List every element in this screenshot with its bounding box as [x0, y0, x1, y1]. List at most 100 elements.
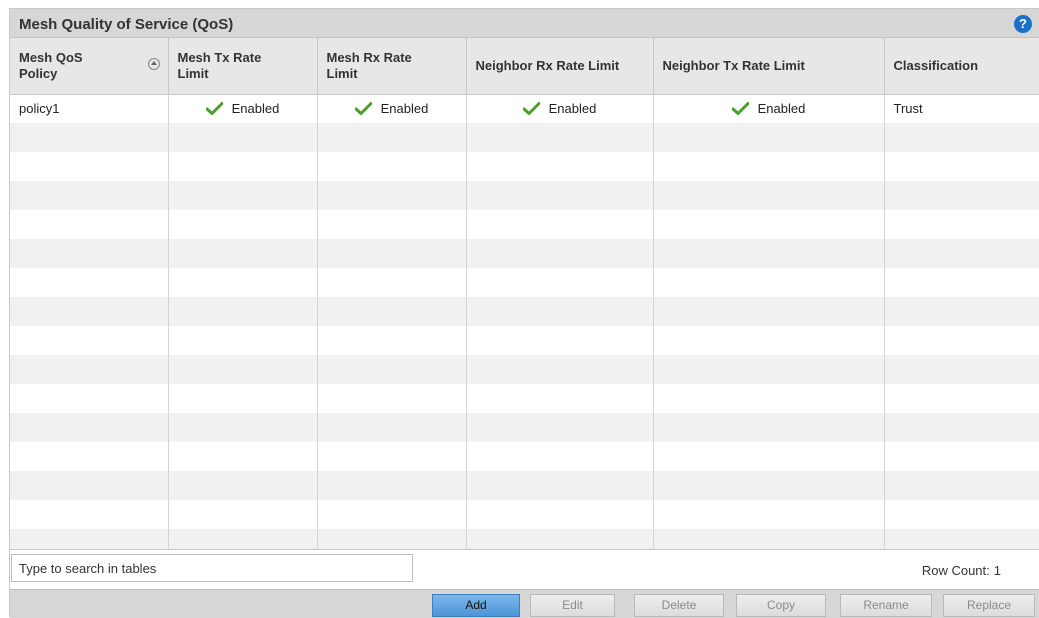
empty-cell [10, 471, 169, 500]
delete-button[interactable]: Delete [634, 594, 724, 617]
empty-cell [653, 471, 885, 500]
add-button[interactable]: Add [432, 594, 520, 617]
empty-cell [653, 210, 885, 239]
empty-cell [653, 413, 885, 442]
empty-cell [466, 268, 654, 297]
column-header-label: Mesh Rx Rate Limit [326, 49, 412, 81]
empty-cell [317, 529, 467, 549]
empty-cell [168, 355, 318, 384]
empty-cell [884, 152, 1039, 181]
empty-cell [10, 384, 169, 413]
empty-cell [10, 442, 169, 471]
empty-table-row [10, 152, 1039, 181]
empty-cell [466, 123, 654, 152]
column-header-mesh-rx[interactable]: Mesh Rx Rate Limit [317, 38, 467, 95]
status-text: Enabled [231, 101, 280, 117]
empty-cell [168, 529, 318, 549]
edit-button[interactable]: Edit [530, 594, 615, 617]
empty-cell [10, 152, 169, 181]
empty-cell [10, 355, 169, 384]
empty-cell [168, 268, 318, 297]
empty-cell [653, 268, 885, 297]
row-count-label: Row Count: [921, 563, 990, 578]
empty-cell [10, 239, 169, 268]
empty-cell [317, 442, 467, 471]
checkmark-icon [354, 102, 372, 116]
policy-table-container: Mesh QoS Policy Mesh Tx Rate Limit Mesh … [10, 38, 1039, 549]
empty-cell [317, 326, 467, 355]
column-header-neighbor-rx[interactable]: Neighbor Rx Rate Limit [466, 38, 654, 95]
empty-cell [653, 384, 885, 413]
table-row[interactable]: policy1 Enabled Enabled Enabled Enabled … [10, 94, 1039, 123]
empty-cell [653, 123, 885, 152]
empty-cell [884, 384, 1039, 413]
status-text: Enabled [380, 101, 429, 117]
empty-cell [884, 471, 1039, 500]
neighbor-tx-cell: Enabled [653, 94, 885, 123]
empty-cell [10, 413, 169, 442]
empty-table-row [10, 297, 1039, 326]
empty-cell [884, 442, 1039, 471]
empty-cell [168, 210, 318, 239]
empty-cell [466, 355, 654, 384]
empty-cell [466, 297, 654, 326]
empty-cell [884, 413, 1039, 442]
status-text: Enabled [757, 101, 806, 117]
panel-title: Mesh Quality of Service (QoS) [19, 16, 234, 33]
sort-icon[interactable] [147, 58, 160, 70]
empty-table-row [10, 413, 1039, 442]
action-button-bar: Add Edit Delete Copy Rename Replace [10, 589, 1039, 618]
empty-cell [466, 152, 654, 181]
neighbor-rx-cell: Enabled [466, 94, 654, 123]
empty-cell [884, 529, 1039, 549]
help-icon[interactable]: ? [1014, 15, 1032, 33]
empty-cell [653, 297, 885, 326]
empty-cell [10, 181, 169, 210]
copy-button[interactable]: Copy [736, 594, 826, 617]
column-header-label: Classification [893, 57, 979, 73]
column-header-mesh-tx[interactable]: Mesh Tx Rate Limit [168, 38, 318, 95]
empty-cell [653, 181, 885, 210]
empty-cell [10, 500, 169, 529]
empty-cell [884, 181, 1039, 210]
empty-cell [653, 152, 885, 181]
empty-cell [466, 181, 654, 210]
empty-cell [168, 181, 318, 210]
column-header-neighbor-tx[interactable]: Neighbor Tx Rate Limit [653, 38, 885, 95]
empty-cell [466, 210, 654, 239]
empty-cell [466, 442, 654, 471]
empty-cell [653, 442, 885, 471]
empty-cell [317, 500, 467, 529]
empty-cell [466, 326, 654, 355]
checkmark-icon [205, 102, 223, 116]
empty-cell [466, 471, 654, 500]
empty-cell [317, 239, 467, 268]
replace-button[interactable]: Replace [943, 594, 1035, 617]
empty-table-row [10, 442, 1039, 471]
empty-cell [884, 123, 1039, 152]
empty-cell [317, 123, 467, 152]
empty-cell [168, 152, 318, 181]
empty-table-row [10, 384, 1039, 413]
status-text: Enabled [548, 101, 597, 117]
empty-cell [317, 268, 467, 297]
empty-cell [653, 529, 885, 549]
empty-cell [168, 123, 318, 152]
empty-table-row [10, 500, 1039, 529]
empty-cell [10, 123, 169, 152]
checkmark-icon [522, 102, 540, 116]
empty-cell [653, 355, 885, 384]
table-search-input[interactable] [11, 554, 413, 582]
column-header-label: Mesh Tx Rate Limit [177, 49, 262, 81]
empty-cell [10, 326, 169, 355]
empty-cell [168, 413, 318, 442]
empty-cell [168, 442, 318, 471]
column-header-label: Mesh QoS Policy [19, 49, 83, 81]
table-body: policy1 Enabled Enabled Enabled Enabled … [10, 94, 1039, 549]
column-header-classification[interactable]: Classification [884, 38, 1039, 95]
column-header-label: Neighbor Rx Rate Limit [475, 57, 620, 73]
rename-button[interactable]: Rename [840, 594, 932, 617]
empty-cell [317, 210, 467, 239]
empty-table-row [10, 355, 1039, 384]
column-header-policy[interactable]: Mesh QoS Policy [10, 38, 169, 95]
